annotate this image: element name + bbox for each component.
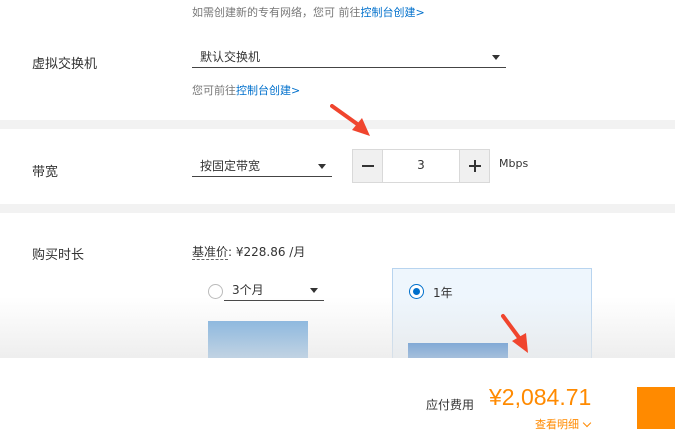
duration-section: 购买时长 基准价: ¥228.86 /月 3个月 1年 <box>0 213 675 358</box>
vswitch-section: 如需创建新的专有网络，您可 前往控制台创建> 虚拟交换机 默认交换机 您可前往控… <box>0 0 675 120</box>
bandwidth-value[interactable]: 3 <box>383 158 459 172</box>
duration-label: 购买时长 <box>32 248 85 263</box>
vpc-create-hint: 如需创建新的专有网络，您可 前往控制台创建> <box>192 4 425 20</box>
fee-label: 应付费用 <box>426 398 475 412</box>
vpc-console-link[interactable]: 控制台创建> <box>361 6 425 19</box>
caret-down-icon <box>310 288 318 293</box>
vswitch-create-hint: 您可前往控制台创建> <box>192 82 300 98</box>
vswitch-console-link[interactable]: 控制台创建> <box>236 84 300 97</box>
chevron-down-icon <box>582 418 592 428</box>
bandwidth-billing-select[interactable]: 按固定带宽 <box>192 155 332 177</box>
vswitch-select-value: 默认交换机 <box>200 50 261 64</box>
plan-3m-bar <box>208 321 308 358</box>
bandwidth-label: 带宽 <box>32 165 59 180</box>
bandwidth-stepper: 3 <box>352 149 490 183</box>
bandwidth-section: 带宽 按固定带宽 3 Mbps <box>0 129 675 204</box>
base-price-label: 基准价 <box>192 245 229 260</box>
plus-button[interactable] <box>459 150 489 182</box>
bandwidth-unit: Mbps <box>499 157 529 170</box>
vswitch-select[interactable]: 默认交换机 <box>192 46 506 68</box>
duration-1y-label: 1年 <box>433 286 453 300</box>
duration-3m-radio[interactable] <box>208 284 223 299</box>
vpc-create-hint-text: 如需创建新的专有网络，您可 前往 <box>192 6 361 19</box>
base-price: 基准价: ¥228.86 /月 <box>192 243 305 260</box>
plan-1y-bar <box>408 343 508 358</box>
order-footer: 应付费用 ¥2,084.71 查看明细 <box>0 358 675 435</box>
view-detail-label: 查看明细 <box>535 418 579 431</box>
view-detail-link[interactable]: 查看明细 <box>535 416 592 432</box>
duration-3m-select[interactable]: 3个月 <box>224 279 324 301</box>
minus-icon <box>362 165 374 167</box>
fee-amount: ¥2,084.71 <box>489 384 592 410</box>
vswitch-label: 虚拟交换机 <box>32 57 98 72</box>
duration-1y-radio[interactable] <box>409 284 424 299</box>
minus-button[interactable] <box>353 150 383 182</box>
bandwidth-billing-value: 按固定带宽 <box>200 159 261 173</box>
caret-down-icon <box>318 164 326 169</box>
buy-button[interactable] <box>637 387 675 429</box>
base-price-value: : ¥228.86 /月 <box>228 245 306 259</box>
caret-down-icon <box>492 55 500 60</box>
vswitch-create-hint-text: 您可前往 <box>192 84 236 97</box>
duration-3m-label: 3个月 <box>232 283 264 297</box>
